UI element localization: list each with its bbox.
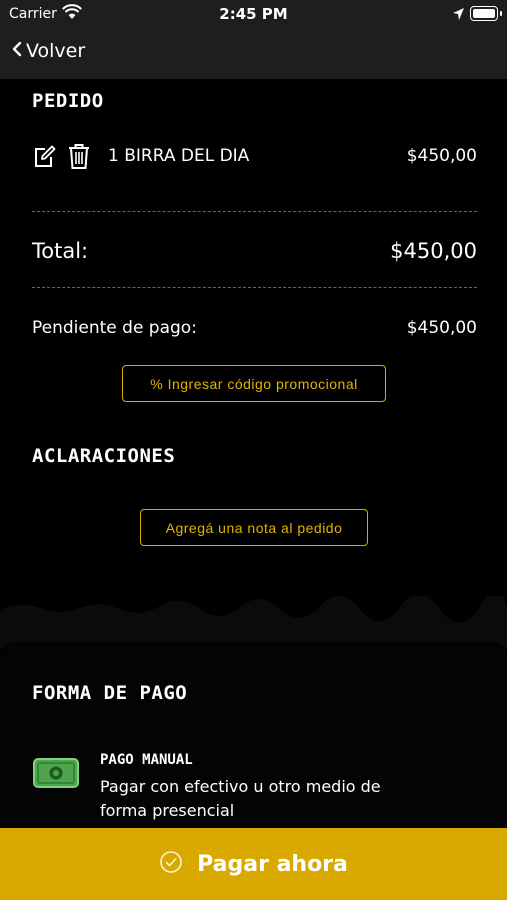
- trash-icon[interactable]: [68, 143, 90, 173]
- navigation-bar: Volver: [0, 28, 507, 79]
- wave-separator: [0, 596, 507, 648]
- edit-icon[interactable]: [32, 145, 56, 173]
- payment-method-title: PAGO MANUAL: [100, 752, 193, 768]
- battery-icon: [470, 6, 502, 21]
- chevron-left-icon: [12, 40, 22, 62]
- total-value: $450,00: [390, 239, 477, 263]
- cash-icon: [33, 758, 79, 792]
- check-circle-icon: [159, 850, 183, 878]
- promo-code-button[interactable]: % Ingresar código promocional: [122, 365, 386, 402]
- divider: [32, 287, 477, 288]
- payment-method-description: Pagar con efectivo u otro medio de forma…: [100, 777, 381, 820]
- back-label: Volver: [26, 40, 86, 62]
- order-heading: PEDIDO: [32, 90, 104, 112]
- payment-heading: FORMA DE PAGO: [32, 682, 188, 704]
- total-label: Total:: [32, 239, 89, 263]
- location-arrow-icon: [452, 6, 465, 25]
- add-note-button[interactable]: Agregá una nota al pedido: [140, 509, 368, 546]
- divider: [32, 211, 477, 212]
- pending-payment-value: $450,00: [406, 318, 477, 338]
- status-bar: Carrier 2:45 PM: [0, 0, 507, 28]
- pay-now-button[interactable]: Pagar ahora: [0, 828, 507, 900]
- back-button[interactable]: Volver: [12, 40, 85, 62]
- notes-heading: ACLARACIONES: [32, 445, 176, 467]
- order-item-row: 1 BIRRA DEL DIA $450,00: [32, 143, 477, 173]
- order-item-name: 1 BIRRA DEL DIA: [108, 146, 250, 166]
- order-item-price: $450,00: [406, 146, 477, 166]
- clock: 2:45 PM: [219, 5, 288, 23]
- pending-payment-label: Pendiente de pago:: [32, 318, 197, 338]
- pay-now-label: Pagar ahora: [197, 851, 348, 877]
